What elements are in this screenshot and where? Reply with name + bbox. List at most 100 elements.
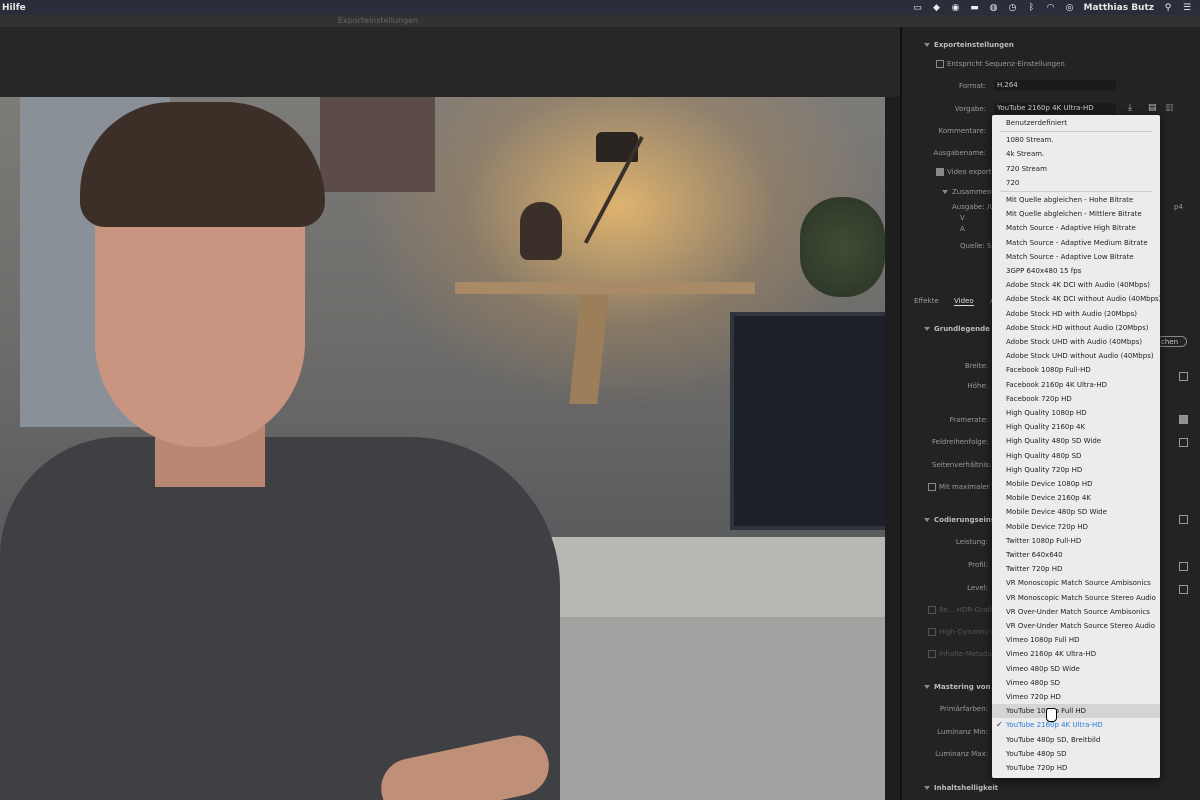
export-settings-header[interactable]: Exporteinstellungen — [924, 41, 1014, 49]
field-order-checkbox[interactable] — [1179, 438, 1188, 447]
preset-option[interactable]: Mobile Device 480p SD Wide — [992, 505, 1160, 519]
import-preset-icon[interactable]: ▤ — [1148, 103, 1157, 113]
high-dynamic-range-checkbox[interactable] — [928, 628, 936, 636]
screen-icon[interactable]: ▭ — [913, 3, 923, 13]
preset-option[interactable]: Vimeo 1080p Full HD — [992, 633, 1160, 647]
basic-video-header[interactable]: Grundlegende Vi — [924, 325, 1000, 333]
tab-effects[interactable]: Effekte — [914, 297, 939, 305]
vpn-icon[interactable]: ◍ — [989, 3, 999, 13]
preset-option[interactable]: 4k Stream. — [992, 147, 1160, 161]
search-icon[interactable]: ⚲ — [1163, 3, 1173, 13]
display-icon[interactable]: ▬ — [970, 3, 980, 13]
preset-option[interactable]: Vimeo 720p HD — [992, 690, 1160, 704]
preset-option[interactable]: Adobe Stock 4K DCI with Audio (40Mbps) — [992, 278, 1160, 292]
preset-option[interactable]: Mobile Device 1080p HD — [992, 477, 1160, 491]
preset-option[interactable]: YouTube 480p SD, Breitbild — [992, 733, 1160, 747]
content-metadata-row[interactable]: Inhalte-Metadat — [928, 650, 995, 658]
preset-option[interactable]: VR Over-Under Match Source Ambisonics — [992, 605, 1160, 619]
preset-option[interactable]: Mit Quelle abgleichen - Hohe Bitrate — [992, 193, 1160, 207]
delete-preset-icon[interactable]: ▥ — [1165, 103, 1174, 113]
level-checkbox[interactable] — [1179, 585, 1188, 594]
preset-option[interactable]: Mit Quelle abgleichen - Mittlere Bitrate — [992, 207, 1160, 221]
mastering-triangle-icon[interactable] — [924, 685, 930, 689]
framerate-checkbox[interactable] — [1179, 415, 1188, 424]
basic-video-triangle-icon[interactable] — [924, 327, 930, 331]
encoding-triangle-icon[interactable] — [924, 518, 930, 522]
preset-option[interactable]: High Quality 480p SD — [992, 449, 1160, 463]
preset-option[interactable]: Match Source - Adaptive Low Bitrate — [992, 250, 1160, 264]
preset-option[interactable]: Twitter 640x640 — [992, 548, 1160, 562]
user-icon[interactable]: ◎ — [1065, 3, 1075, 13]
preset-option[interactable]: Match Source - Adaptive Medium Bitrate — [992, 236, 1160, 250]
preset-option[interactable]: High Quality 1080p HD — [992, 406, 1160, 420]
preset-option[interactable]: YouTube 1080p Full HD — [992, 704, 1160, 719]
collapse-triangle-icon[interactable] — [924, 43, 930, 47]
preset-option[interactable]: Adobe Stock UHD without Audio (40Mbps) — [992, 349, 1160, 363]
format-select[interactable]: H.264 — [994, 80, 1116, 91]
content-brightness-header[interactable]: Inhaltshelligkeit — [924, 784, 998, 792]
preset-option[interactable]: ✓ YouTube 2160p 4K Ultra-HD — [992, 718, 1160, 732]
content-metadata-checkbox[interactable] — [928, 650, 936, 658]
preset-option[interactable]: Vimeo 2160p 4K Ultra-HD — [992, 647, 1160, 661]
preset-option-label: Twitter 720p HD — [1006, 565, 1063, 574]
preset-option[interactable]: High Quality 480p SD Wide — [992, 434, 1160, 448]
preset-option[interactable]: Mobile Device 720p HD — [992, 520, 1160, 534]
preset-option[interactable]: Twitter 1080p Full-HD — [992, 534, 1160, 548]
profile-checkbox[interactable] — [1179, 562, 1188, 571]
content-brightness-triangle-icon[interactable] — [924, 786, 930, 790]
menu-help[interactable]: Hilfe — [0, 3, 26, 13]
wifi-icon[interactable]: ◠ — [1046, 3, 1056, 13]
preset-option[interactable]: 720 — [992, 176, 1160, 190]
encoding-checkbox[interactable] — [1179, 515, 1188, 524]
preset-option[interactable]: High Quality 2160p 4K — [992, 420, 1160, 434]
preset-option[interactable]: Adobe Stock 4K DCI without Audio (40Mbps… — [992, 292, 1161, 306]
hdr-graphics-checkbox[interactable] — [928, 606, 936, 614]
preset-dropdown-menu[interactable]: Benutzerdefiniert 1080 Stream. 4k Stream. 7… — [992, 115, 1161, 778]
preset-option[interactable]: Vimeo 480p SD — [992, 676, 1160, 690]
max-depth-checkbox[interactable] — [928, 483, 936, 491]
preset-option[interactable]: 3GPP 640x480 15 fps — [992, 264, 1160, 278]
match-source-button[interactable]: chen — [1157, 336, 1187, 347]
preset-option[interactable]: Adobe Stock HD with Audio (20Mbps) — [992, 307, 1160, 321]
preset-option[interactable]: YouTube 480p SD — [992, 747, 1160, 761]
preset-option[interactable]: Facebook 2160p 4K Ultra-HD — [992, 378, 1160, 392]
preset-option[interactable]: Adobe Stock UHD with Audio (40Mbps) — [992, 335, 1160, 349]
preset-option[interactable]: Benutzerdefiniert — [992, 116, 1160, 130]
high-dynamic-range-row[interactable]: High-Dynamic-Ra — [928, 628, 1000, 636]
preset-option-label: YouTube 480p SD — [1006, 749, 1067, 758]
match-sequence-row[interactable]: Entspricht Sequenz-Einstellungen — [936, 60, 1065, 68]
browser-icon[interactable]: ◉ — [951, 3, 961, 13]
hdr-graphics-row[interactable]: Re... HDR-Grafikw — [928, 606, 1002, 614]
preset-option[interactable]: Mobile Device 2160p 4K — [992, 491, 1160, 505]
width-lock-checkbox[interactable] — [1179, 372, 1188, 381]
preset-option[interactable]: VR Monoscopic Match Source Stereo Audio — [992, 591, 1160, 605]
max-depth-row[interactable]: Mit maximaler Ti — [928, 483, 998, 491]
summary-triangle-icon[interactable] — [942, 190, 948, 194]
summary-header[interactable]: Zusammenf — [942, 188, 994, 196]
preset-option[interactable]: Vimeo 480p SD Wide — [992, 662, 1160, 676]
match-sequence-checkbox[interactable] — [936, 60, 944, 68]
preset-option[interactable]: YouTube 720p HD — [992, 761, 1160, 775]
preset-select[interactable]: YouTube 2160p 4K Ultra-HD — [994, 103, 1116, 114]
export-video-checkbox[interactable] — [936, 168, 944, 176]
bluetooth-icon[interactable]: ᛒ — [1027, 3, 1037, 13]
menu-icon[interactable]: ☰ — [1182, 3, 1192, 13]
preset-option[interactable]: VR Monoscopic Match Source Ambisonics — [992, 576, 1160, 590]
time-machine-icon[interactable]: ◷ — [1008, 3, 1018, 13]
preset-option-label: Twitter 640x640 — [1006, 551, 1063, 559]
dropbox-icon[interactable]: ◆ — [932, 3, 942, 13]
preset-option[interactable]: Match Source - Adaptive High Bitrate — [992, 221, 1160, 235]
user-name[interactable]: Matthias Butz — [1084, 3, 1155, 13]
mastering-header[interactable]: Mastering von Ar — [924, 683, 1002, 691]
menu-separator — [1000, 191, 1152, 192]
preset-option[interactable]: Twitter 720p HD — [992, 562, 1160, 576]
preset-option[interactable]: High Quality 720p HD — [992, 463, 1160, 477]
preset-option[interactable]: VR Over-Under Match Source Stereo Audio — [992, 619, 1160, 633]
preset-option[interactable]: 1080 Stream. — [992, 133, 1160, 147]
save-preset-icon[interactable]: ⤓ — [1128, 103, 1132, 113]
preset-option[interactable]: Facebook 720p HD — [992, 392, 1160, 406]
preset-option[interactable]: Facebook 1080p Full-HD — [992, 363, 1160, 377]
preset-option[interactable]: 720 Stream — [992, 162, 1160, 176]
tab-video[interactable]: Video — [954, 297, 974, 306]
preset-option[interactable]: Adobe Stock HD without Audio (20Mbps) — [992, 321, 1160, 335]
